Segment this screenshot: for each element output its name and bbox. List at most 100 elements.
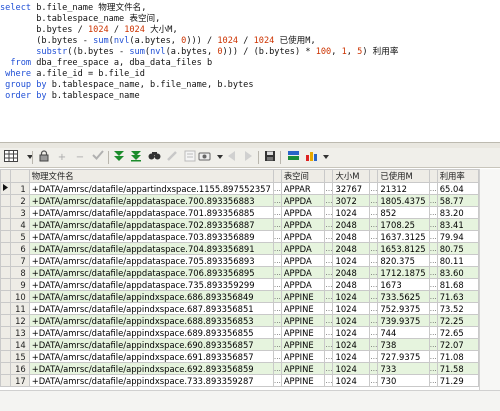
cell-usage-rate[interactable]: 71.58 [436,362,480,375]
cell-used[interactable]: 733.5625 [377,290,430,303]
cell-tablespace[interactable]: APPINE [280,362,326,375]
fetch-next-icon[interactable] [111,150,127,165]
cell-size[interactable]: 32767 [332,182,371,195]
cell-file-name[interactable]: +DATA/amrsc/datafile/appdataspace.701.89… [28,206,274,219]
cell-size[interactable]: 1024 [332,206,371,219]
forward-icon[interactable] [240,150,256,165]
row-number[interactable]: 4 [10,218,30,231]
row-indicator[interactable] [0,302,11,315]
cell-expand-button[interactable]: … [369,362,379,375]
row-indicator[interactable] [0,242,11,255]
cell-used[interactable]: 744 [377,326,430,339]
post-edit-icon[interactable] [90,150,106,165]
cell-expand-button[interactable]: … [428,218,438,231]
cell-size[interactable]: 1024 [332,350,371,363]
cell-expand-button[interactable]: … [272,194,282,207]
cell-used[interactable]: 1637.3125 [377,230,430,243]
table-row[interactable]: 13 +DATA/amrsc/datafile/appindxspace.689.… [0,326,480,339]
cell-expand-button[interactable]: … [272,314,282,327]
cell-expand-button[interactable]: … [428,338,438,351]
cell-expand-button[interactable]: … [369,218,379,231]
cell-expand-button[interactable]: … [324,350,334,363]
row-indicator[interactable] [0,230,11,243]
cell-tablespace[interactable]: APPINE [280,290,326,303]
cell-used[interactable]: 1708.25 [377,218,430,231]
row-indicator[interactable] [0,350,11,363]
row-indicator[interactable] [0,194,11,207]
cell-usage-rate[interactable]: 83.20 [436,206,480,219]
cell-tablespace[interactable]: APPDA [280,242,326,255]
row-indicator[interactable] [0,278,11,291]
cell-used[interactable]: 739.9375 [377,314,430,327]
cell-expand-button[interactable]: … [369,326,379,339]
cell-usage-rate[interactable]: 71.63 [436,290,480,303]
cell-expand-button[interactable]: … [428,278,438,291]
cell-used[interactable]: 738 [377,338,430,351]
cell-file-name[interactable]: +DATA/amrsc/datafile/appdataspace.703.89… [28,230,274,243]
cell-expand-button[interactable]: … [369,290,379,303]
lock-icon[interactable] [36,150,52,165]
table-row[interactable]: 10 +DATA/amrsc/datafile/appindxspace.686.… [0,290,480,303]
table-row[interactable]: 4 +DATA/amrsc/datafile/appdataspace.702.8… [0,218,480,231]
cell-file-name[interactable]: +DATA/amrsc/datafile/appindxspace.688.89… [28,314,274,327]
cell-expand-button[interactable]: … [369,206,379,219]
cell-expand-button[interactable]: … [272,230,282,243]
chart-icon[interactable] [303,150,319,165]
cell-size[interactable]: 1024 [332,302,371,315]
cell-expand-button[interactable]: … [272,350,282,363]
cell-expand-button[interactable]: … [324,338,334,351]
table-row[interactable]: 16 +DATA/amrsc/datafile/appindxspace.692.… [0,362,480,375]
cell-usage-rate[interactable]: 80.75 [436,242,480,255]
cell-expand-button[interactable]: … [272,374,282,387]
cell-usage-rate[interactable]: 72.07 [436,338,480,351]
table-row[interactable]: 9 +DATA/amrsc/datafile/appdataspace.735.8… [0,278,480,291]
cell-expand-button[interactable]: … [272,182,282,195]
cell-expand-button[interactable]: … [324,278,334,291]
cell-used[interactable]: 21312 [377,182,430,195]
cell-tablespace[interactable]: APPAR [280,182,326,195]
cell-usage-rate[interactable]: 71.29 [436,374,480,387]
row-indicator[interactable] [0,254,11,267]
cell-used[interactable]: 1712.1875 [377,266,430,279]
column-header-tablespace[interactable]: 表空间 [280,169,326,183]
row-number[interactable]: 3 [10,206,30,219]
cell-file-name[interactable]: +DATA/amrsc/datafile/appindxspace.733.89… [28,374,274,387]
cell-expand-button[interactable]: … [324,362,334,375]
row-indicator[interactable] [0,266,11,279]
cell-usage-rate[interactable]: 79.94 [436,230,480,243]
cell-expand-button[interactable]: … [324,218,334,231]
row-indicator[interactable] [0,206,11,219]
cell-file-name[interactable]: +DATA/amrsc/datafile/appartindxspace.115… [28,182,274,195]
table-row[interactable]: 5 +DATA/amrsc/datafile/appdataspace.703.8… [0,230,480,243]
cell-usage-rate[interactable]: 72.65 [436,326,480,339]
row-number[interactable]: 14 [10,338,30,351]
row-indicator[interactable] [0,290,11,303]
cell-size[interactable]: 1024 [332,374,371,387]
cell-usage-rate[interactable]: 83.60 [436,266,480,279]
row-indicator[interactable] [0,218,11,231]
cell-expand-button[interactable]: … [428,290,438,303]
cell-usage-rate[interactable]: 73.52 [436,302,480,315]
cell-size[interactable]: 1024 [332,254,371,267]
cell-used[interactable]: 727.9375 [377,350,430,363]
cell-expand-button[interactable]: … [324,266,334,279]
current-row-indicator-icon[interactable] [0,182,11,195]
cell-file-name[interactable]: +DATA/amrsc/datafile/appdataspace.705.89… [28,254,274,267]
result-grid[interactable]: 物理文件名 表空间 大小M 已使用M 利用率 1 +DATA/amrsc/data… [0,169,480,390]
cell-expand-button[interactable]: … [369,314,379,327]
cell-tablespace[interactable]: APPINE [280,338,326,351]
table-row[interactable]: 11 +DATA/amrsc/datafile/appindxspace.687.… [0,302,480,315]
table-row[interactable]: 2 +DATA/amrsc/datafile/appdataspace.700.8… [0,194,480,207]
cell-expand-button[interactable]: … [369,194,379,207]
cell-file-name[interactable]: +DATA/amrsc/datafile/appindxspace.692.89… [28,362,274,375]
cell-expand-button[interactable]: … [272,278,282,291]
cell-expand-button[interactable]: … [324,206,334,219]
cell-size[interactable]: 1024 [332,326,371,339]
cell-expand-button[interactable]: … [272,326,282,339]
column-header-size[interactable]: 大小M [332,169,371,183]
cell-usage-rate[interactable]: 80.11 [436,254,480,267]
table-row[interactable]: 12 +DATA/amrsc/datafile/appindxspace.688.… [0,314,480,327]
cell-expand-button[interactable]: … [428,374,438,387]
cell-expand-button[interactable]: … [324,302,334,315]
cell-size[interactable]: 1024 [332,338,371,351]
